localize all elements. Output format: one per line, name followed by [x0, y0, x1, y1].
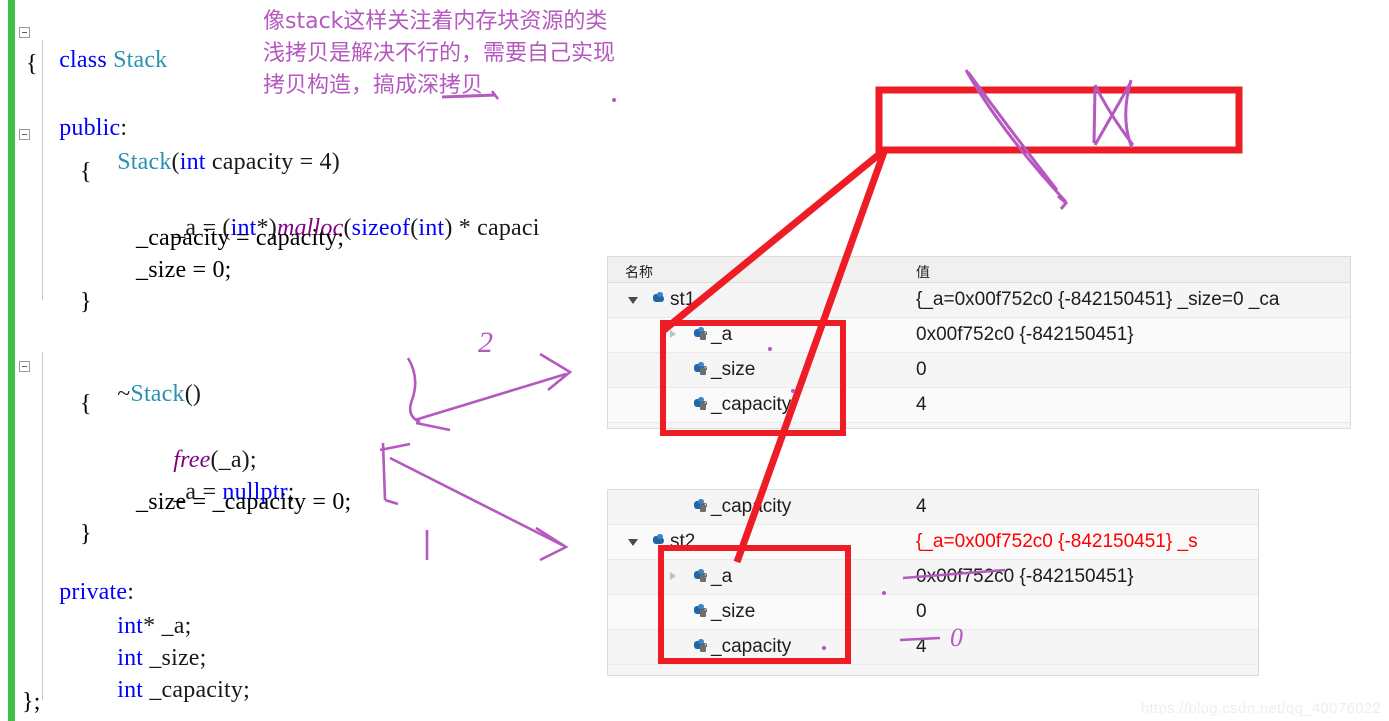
code-line-open-brace-dtor: { — [80, 391, 92, 417]
watch-row-st2[interactable]: st2 {_a=0x00f752c0 {-842150451} _s — [608, 525, 1258, 560]
watch-name-st1-size: _size — [711, 359, 756, 380]
field-locked-icon — [694, 327, 707, 340]
code-line-close-brace-ctor: } — [80, 289, 92, 315]
chevron-down-icon[interactable] — [628, 539, 638, 550]
watch-window-top[interactable]: 监视 1 名称 值 st1 {_a=0x00f752c0 {-842150451… — [607, 256, 1351, 429]
watch-row-st1[interactable]: st1 {_a=0x00f752c0 {-842150451} _size=0 … — [608, 283, 1350, 318]
code-line-class-stack: class Stack — [22, 24, 167, 96]
watch-name-st2-a: _a — [711, 566, 733, 587]
watch-name-st2-capacity: _capacity — [711, 636, 792, 657]
cross-stroke-ink — [1093, 84, 1135, 146]
watch-name-st2-size: _size — [711, 601, 756, 622]
chevron-down-icon[interactable] — [628, 297, 638, 308]
watch-row-st2-size[interactable]: _size 0 — [608, 595, 1258, 630]
watch-value-st1: {_a=0x00f752c0 {-842150451} _size=0 _ca — [916, 289, 1280, 310]
field-locked-icon — [694, 499, 707, 512]
code-editor-pane[interactable]: class Stack { public: Stack(int capacity… — [0, 0, 600, 721]
cross-stroke-ink — [1092, 87, 1097, 144]
code-line-member-capacity: int _capacity; — [80, 654, 250, 721]
watch-value-st2-a: 0x00f752c0 {-842150451} — [916, 566, 1134, 587]
watch-row-st2-a[interactable]: _a 0x00f752c0 {-842150451} — [608, 560, 1258, 595]
watermark-text: https://blog.csdn.net/qq_40076022 — [1140, 700, 1381, 717]
code-line-assign-capacity: _capacity = capacity; — [136, 225, 345, 251]
field-locked-icon — [694, 604, 707, 617]
token-dtor-parens: () — [184, 381, 202, 407]
token-keyword-class: class — [59, 47, 107, 73]
watch-row-st1-capacity[interactable]: _capacity 4 — [608, 388, 1350, 423]
watch-window-bottom[interactable]: _capacity 4 st2 {_a=0x00f752c0 {-8421504… — [607, 489, 1259, 676]
code-line-open-brace-ctor: { — [80, 159, 92, 185]
token-member-capacity: _capacity; — [143, 677, 250, 703]
token-dtor-name: Stack — [130, 381, 185, 407]
watch-value-capacity-cont: 4 — [916, 496, 927, 517]
code-line-assign-size: _size = 0; — [136, 257, 232, 283]
watch-value-st2-size: 0 — [916, 601, 927, 622]
token-malloc-tail: ) * capaci — [444, 215, 540, 241]
field-locked-icon — [694, 397, 707, 410]
cross-arrowhead-ink — [1057, 194, 1069, 210]
watch-row-st1-size[interactable]: _size 0 — [608, 353, 1350, 388]
watch-row-st2-capacity[interactable]: _capacity 4 — [608, 630, 1258, 665]
watch-row-st1-capacity-cont[interactable]: _capacity 4 — [608, 490, 1258, 525]
chevron-right-icon[interactable] — [670, 572, 676, 580]
field-locked-icon — [694, 569, 707, 582]
watch-value-st1-a: 0x00f752c0 {-842150451} — [916, 324, 1134, 345]
code-line-class-terminator: }; — [22, 689, 41, 715]
handwritten-note: 像stack这样关注着内存块资源的类 浅拷贝是解决不行的，需要自己实现 拷贝构造… — [263, 9, 616, 98]
field-icon — [653, 534, 666, 547]
watch-name-capacity-cont: _capacity — [711, 496, 792, 517]
code-line-dtor-signature: ~Stack() — [80, 358, 201, 430]
code-line-close-brace-dtor: } — [80, 521, 92, 547]
column-header-value: 值 — [916, 264, 930, 280]
red-highlight-box-empty — [875, 86, 1243, 154]
token-ctor-rest: capacity = 4) — [205, 149, 340, 175]
fold-toggle-dtor[interactable] — [19, 361, 30, 372]
code-line-ctor-signature: Stack(int capacity = 4) — [117, 149, 340, 175]
field-locked-icon — [694, 362, 707, 375]
watch-value-st1-size: 0 — [916, 359, 927, 380]
field-icon — [653, 292, 666, 305]
chevron-right-icon[interactable] — [670, 330, 676, 338]
watch-name-st2: st2 — [670, 531, 696, 552]
cross-stroke-ink — [1124, 79, 1134, 149]
watch-row-st1-a[interactable]: _a 0x00f752c0 {-842150451} — [608, 318, 1350, 353]
token-ctor-name: Stack — [117, 149, 172, 175]
field-locked-icon — [694, 639, 707, 652]
token-keyword-int: int — [179, 149, 206, 175]
cross-stroke-ink — [1093, 81, 1133, 146]
watch-header-top: 名称 值 — [608, 257, 1350, 283]
cross-stroke-ink — [966, 71, 1059, 191]
token-keyword-sizeof: sizeof — [351, 215, 411, 241]
ink-digit-zero: 0 — [950, 623, 963, 652]
watch-value-st2-capacity: 4 — [916, 636, 927, 657]
token-type-stack: Stack — [113, 47, 168, 73]
change-indicator-bar — [8, 0, 15, 721]
watch-name-st1: st1 — [670, 289, 696, 310]
watch-name-st1-a: _a — [711, 324, 733, 345]
column-header-name: 名称 — [625, 264, 653, 280]
token-keyword-int-member-capacity: int — [117, 677, 144, 703]
code-line-open-brace-class: { — [26, 51, 38, 77]
cross-stroke-ink — [964, 69, 1068, 204]
token-keyword-int-inner: int — [418, 215, 445, 241]
code-line-reset-size-capacity: _size = _capacity = 0; — [136, 489, 352, 515]
watch-name-st1-capacity: _capacity — [711, 394, 792, 415]
screenshot-root: class Stack { public: Stack(int capacity… — [0, 0, 1389, 721]
ink-digit-two: 2 — [478, 326, 493, 359]
watch-value-st1-capacity: 4 — [916, 394, 927, 415]
indent-guide — [42, 352, 43, 700]
watch-value-st2: {_a=0x00f752c0 {-842150451} _s — [916, 531, 1198, 552]
token-dtor-tilde: ~ — [117, 381, 131, 407]
